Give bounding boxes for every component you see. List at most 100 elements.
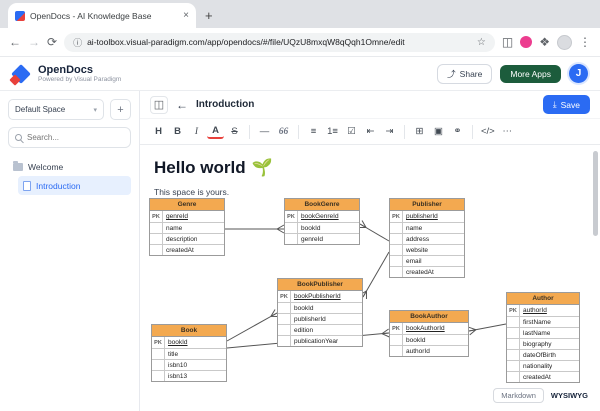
extensions-icon[interactable]: ❖ [539,35,550,49]
entity-bookgenre[interactable]: BookGenre PK bookGenreId bookId genreId [284,198,360,245]
bullet-list-icon[interactable]: ≡ [305,123,322,141]
extension-pink-icon[interactable] [520,36,533,48]
share-button[interactable]: ⤴ Share [437,63,493,84]
pk-cell [390,256,403,266]
bookmark-star-icon[interactable]: ☆ [477,37,486,48]
link-icon[interactable]: ⚭ [449,123,466,141]
code-icon[interactable]: </> [479,123,497,141]
bold-icon[interactable]: B [169,123,186,141]
pk-cell: PK [507,305,520,316]
entity-author[interactable]: Author PK authorId firstName lastName biograp… [506,292,580,383]
panel-toggle-icon[interactable]: ◫ [150,95,168,114]
entity-field-row: title [152,348,226,359]
field-name: title [168,350,179,358]
search-box[interactable] [8,127,131,148]
entity-publisher[interactable]: Publisher PK publisherId name address website… [389,198,465,278]
entity-genre[interactable]: Genre PK genreId name description createdAt [149,198,225,256]
brand-subtitle[interactable]: Powered by Visual Paradigm [38,76,121,83]
entity-book[interactable]: Book PK bookId title isbn10 isbn13 [151,324,227,382]
entity-field-row: genreId [285,233,359,244]
workspace: Default Space ▾ + Welcome Introduction ◫ … [0,91,600,411]
markdown-toggle[interactable]: Markdown [493,388,544,403]
task-list-icon[interactable]: ☑ [343,123,360,141]
entity-field-row: email [390,255,464,266]
italic-icon[interactable]: I [188,123,205,141]
field-name: createdAt [523,373,551,381]
doc-back-button[interactable]: ← [176,98,188,112]
horizontal-rule-icon[interactable]: — [256,123,273,141]
sidebar-item-introduction[interactable]: Introduction [18,176,131,195]
reload-button[interactable]: ⟳ [47,35,57,49]
sidebar-item-welcome[interactable]: Welcome [8,157,131,176]
field-name: publisherId [294,315,326,323]
pk-cell [390,267,403,277]
entity-bookauthor[interactable]: BookAuthor PK bookAuthorId bookId authorId [389,310,469,357]
pk-cell [390,346,403,356]
tab-close-icon[interactable]: × [183,10,189,21]
ordered-list-icon[interactable]: 1≡ [324,123,341,141]
entity-field-row: description [150,233,224,244]
opendocs-logo-icon [12,65,30,83]
address-bar[interactable]: ⓘ ai-toolbox.visual-paradigm.com/app/ope… [64,32,495,52]
entity-field-row: PK bookPublisherId [278,291,362,302]
sidebar: Default Space ▾ + Welcome Introduction [0,91,140,411]
share-icon: ⤴ [447,68,456,79]
outdent-icon[interactable]: ⇤ [362,123,379,141]
entity-field-row: PK publisherId [390,211,464,222]
entity-title: Publisher [390,199,464,211]
field-name: address [406,235,430,243]
entity-field-row: website [390,244,464,255]
entity-field-row: isbn10 [152,359,226,370]
browser-menu-icon[interactable]: ⋮ [579,35,591,49]
field-name: bookId [301,224,321,232]
entity-bookpublisher[interactable]: BookPublisher PK bookPublisherId bookId publ… [277,278,363,347]
pk-cell: PK [390,323,403,334]
er-diagram[interactable]: Genre PK genreId name description createdAt Bo… [140,145,600,411]
content-area: Hello world 🌱 This space is yours. Genre… [140,145,600,411]
chevron-down-icon: ▾ [93,106,97,114]
more-apps-button[interactable]: More Apps [500,64,561,83]
side-panel-icon[interactable]: ◫ [502,35,513,49]
field-name: description [166,235,198,243]
image-icon[interactable]: ▣ [430,123,447,141]
site-info-icon[interactable]: ⓘ [73,36,82,49]
browser-tab[interactable]: OpenDocs - AI Knowledge Base × [8,3,196,28]
more-icon[interactable]: ⋯ [499,123,516,141]
blockquote-icon[interactable]: 66 [275,123,292,141]
field-name: bookId [168,339,188,346]
field-name: bookAuthorId [406,325,445,332]
entity-field-row: PK bookId [152,337,226,348]
heading-text: Hello world [154,158,246,177]
field-name: bookId [406,336,426,344]
save-button[interactable]: ⤓ Save [542,95,590,114]
pk-cell [150,234,163,244]
table-icon[interactable]: ⊞ [411,123,428,141]
strikethrough-icon[interactable]: S [226,123,243,141]
wysiwyg-toggle[interactable]: WYSIWYG [551,391,588,400]
entity-field-row: address [390,233,464,244]
save-label: Save [560,99,580,110]
pk-cell [278,314,291,324]
toolbar-separator [472,124,473,139]
heading-icon[interactable]: H [150,123,167,141]
space-selector[interactable]: Default Space ▾ [8,99,104,120]
profile-avatar[interactable] [557,34,572,50]
toolbar-separator [404,124,405,139]
font-color-icon[interactable]: A [207,125,224,139]
pk-cell [507,350,520,360]
search-input[interactable] [27,133,124,142]
entity-field-row: PK authorId [507,305,579,316]
user-avatar[interactable]: J [569,64,588,83]
page-subtitle: This space is yours. [154,187,230,197]
entity-field-row: nationality [507,360,579,371]
save-icon: ⤓ [552,99,557,109]
entity-field-row: createdAt [390,266,464,277]
new-tab-button[interactable]: + [205,8,213,23]
indent-icon[interactable]: ⇥ [381,123,398,141]
add-page-button[interactable]: + [110,99,131,120]
brand-name: OpenDocs [38,63,94,76]
back-button[interactable]: ← [9,35,21,49]
sidebar-item-label: Welcome [28,161,64,172]
editor-statusbar: Markdown WYSIWYG [491,386,590,405]
forward-button[interactable]: → [28,35,40,49]
